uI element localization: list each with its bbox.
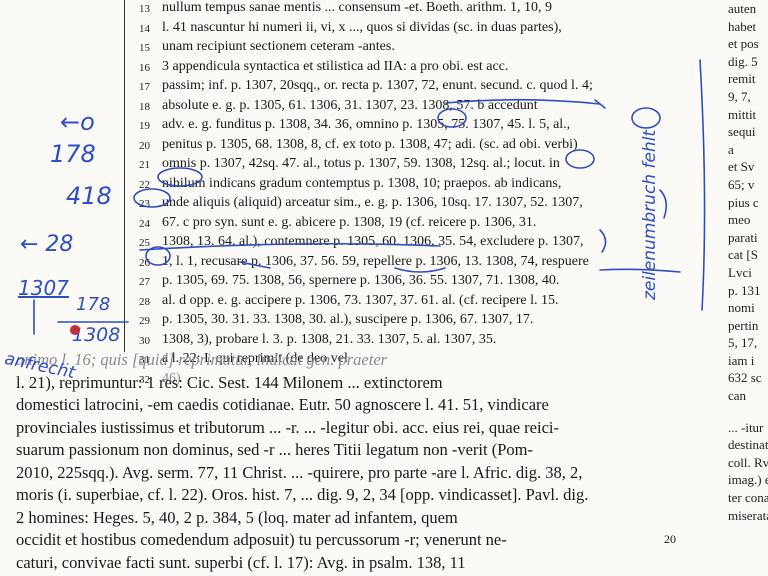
handwriting-strokes xyxy=(33,59,706,335)
scanned-page: 13 nullum tempus sanae mentis ... consens… xyxy=(0,0,768,576)
